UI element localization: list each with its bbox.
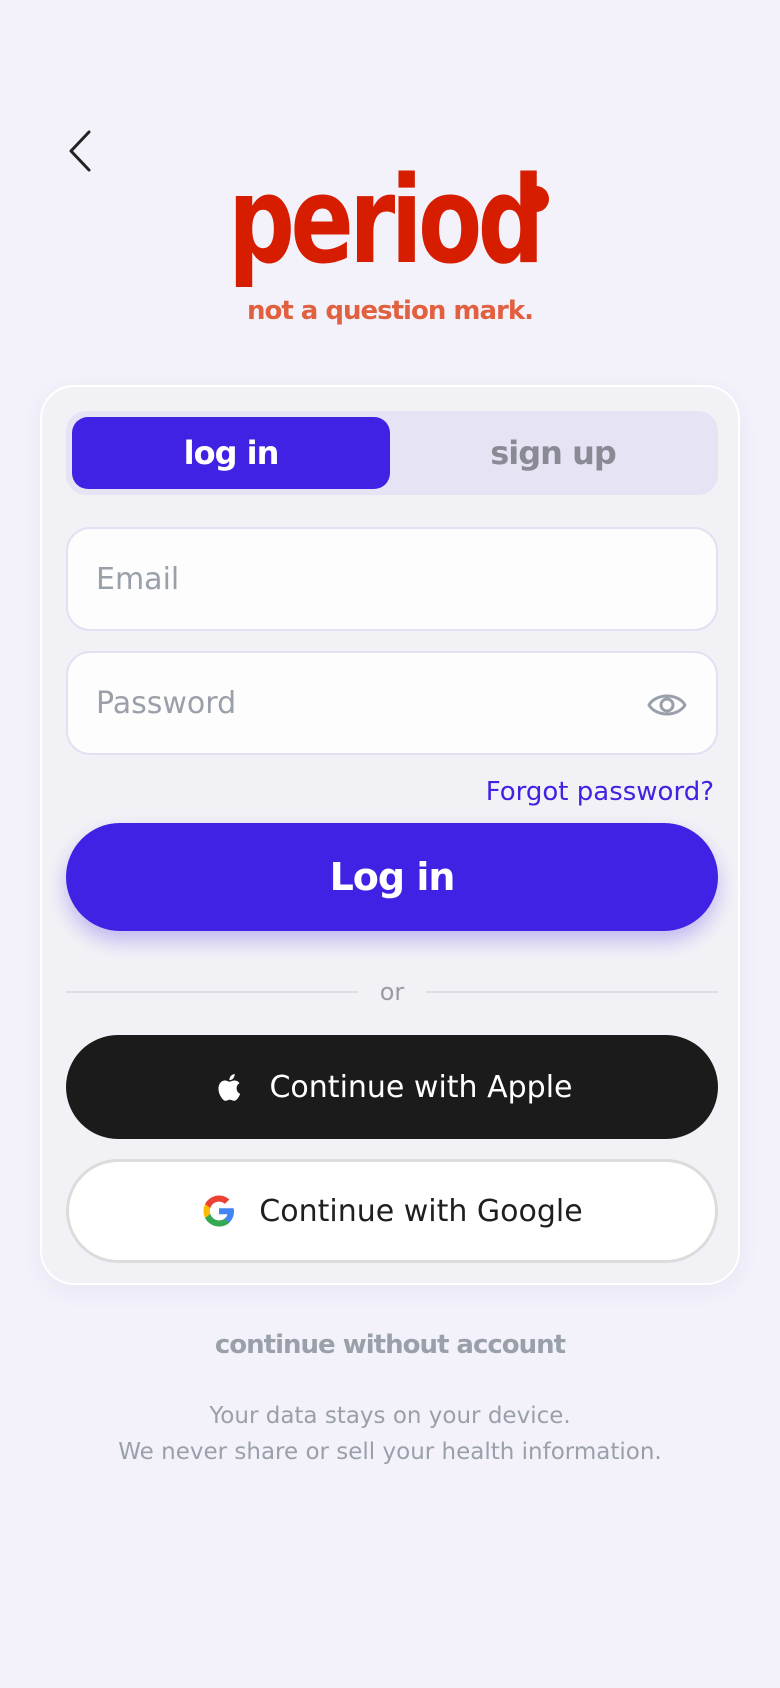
- brand-dot: [523, 186, 549, 212]
- continue-with-apple-button[interactable]: Continue with Apple: [66, 1035, 718, 1139]
- email-input[interactable]: [94, 560, 618, 598]
- or-divider: or: [66, 977, 718, 1007]
- back-button[interactable]: [60, 126, 100, 176]
- tab-log-in[interactable]: log in: [72, 417, 390, 489]
- apple-button-label: Continue with Apple: [269, 1069, 573, 1105]
- continue-without-account-link[interactable]: continue without account: [0, 1330, 780, 1360]
- privacy-line-1: Your data stays on your device.: [209, 1403, 571, 1429]
- google-icon: [203, 1195, 235, 1227]
- email-field-container: [66, 527, 718, 631]
- brand-tagline: not a question mark.: [246, 296, 534, 326]
- password-field-container: [66, 651, 718, 755]
- divider-line-right: [426, 991, 718, 993]
- google-button-label: Continue with Google: [259, 1193, 583, 1229]
- eye-icon[interactable]: [646, 685, 688, 725]
- privacy-line-2: We never share or sell your health infor…: [118, 1439, 662, 1465]
- privacy-note: Your data stays on your device. We never…: [0, 1398, 780, 1470]
- apple-icon: [218, 1074, 241, 1101]
- divider-line-left: [66, 991, 358, 993]
- continue-with-google-button[interactable]: Continue with Google: [66, 1159, 718, 1263]
- password-input[interactable]: [94, 684, 618, 722]
- divider-label: or: [379, 978, 405, 1006]
- auth-tabs: log in sign up: [66, 411, 718, 495]
- log-in-button[interactable]: Log in: [66, 823, 718, 931]
- chevron-left-icon: [69, 130, 91, 172]
- forgot-password-link[interactable]: Forgot password?: [486, 777, 714, 807]
- auth-card: log in sign up Forgot password? Log in o…: [40, 385, 740, 1285]
- tab-sign-up[interactable]: sign up: [394, 417, 712, 489]
- brand-name: period: [228, 152, 545, 291]
